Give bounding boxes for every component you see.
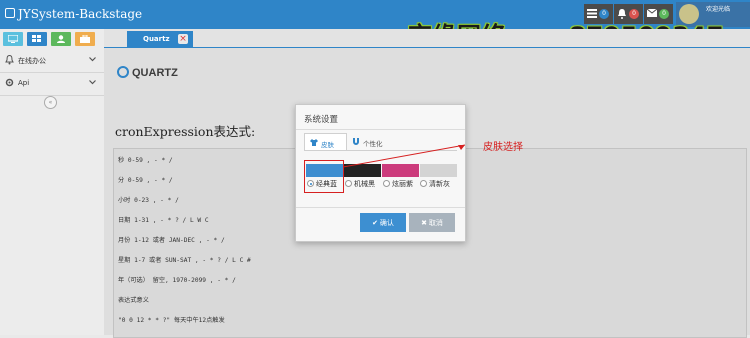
check-icon: ✔	[372, 220, 380, 227]
close-icon: ×	[179, 34, 187, 44]
chevron-down-icon	[89, 80, 96, 85]
dialog-title: 系统设置	[304, 115, 339, 125]
cron-line: 星期 1-7 或者 SUN-SAT , - * ? / L C #	[118, 257, 251, 264]
cron-line: 年（可选） 留空, 1970-2099 , - * /	[118, 277, 236, 284]
sidebar-item-online-office[interactable]: 在线办公	[0, 50, 104, 73]
radio-button[interactable]	[345, 180, 352, 187]
cron-line: 表达式意义	[118, 297, 149, 304]
bell-icon	[5, 55, 14, 65]
briefcase-icon	[80, 35, 90, 43]
divider	[296, 129, 465, 130]
divider	[296, 207, 465, 208]
grid-icon	[32, 35, 41, 42]
sidebar-item-api[interactable]: Api	[0, 73, 104, 96]
close-tab-button[interactable]: ×	[178, 34, 188, 44]
cron-line: 小时 0-23 , - * /	[118, 197, 179, 204]
skin-option-label: 清新灰	[429, 180, 450, 188]
radio-button[interactable]	[420, 180, 427, 187]
shortcut-user-button[interactable]	[51, 32, 71, 46]
cancel-label: 取消	[428, 220, 443, 227]
sidebar-collapse-bar: «	[0, 96, 104, 109]
tab-label: 皮肤	[321, 141, 334, 149]
cron-line: "0 0 12 * * ?" 每天中午12点触发	[118, 317, 225, 324]
welcome-text: 欢迎光临	[706, 6, 731, 13]
shortcut-grid-button[interactable]	[27, 32, 47, 46]
page-title: cronExpression表达式:	[115, 124, 256, 139]
annotation-highlight-box	[304, 160, 344, 193]
cancel-button[interactable]: ✖ 取消	[409, 213, 455, 232]
app-logo-icon	[5, 8, 15, 18]
quartz-logo-text: QUARTZ	[132, 67, 178, 79]
annotation-arrow-icon	[342, 144, 466, 168]
quartz-logo-icon	[117, 66, 129, 78]
sidebar: 在线办公 Api «	[0, 29, 105, 335]
double-chevron-left-icon: «	[48, 99, 53, 106]
cron-line: 秒 0-59 , - * /	[118, 157, 173, 164]
annotation-label: 皮肤选择	[483, 142, 523, 153]
tab-strip: Quartz ×	[104, 29, 750, 48]
tab-label: Quartz	[143, 35, 170, 43]
user-icon	[57, 35, 65, 43]
shortcut-briefcase-button[interactable]	[75, 32, 95, 46]
cron-line: 月份 1-12 或者 JAN-DEC , - * /	[118, 237, 225, 244]
shirt-icon	[310, 139, 318, 146]
confirm-label: 确认	[379, 220, 394, 227]
monitor-icon	[8, 35, 18, 43]
close-icon: ✖	[421, 220, 429, 227]
sidebar-item-label: 在线办公	[18, 57, 46, 65]
sidebar-item-label: Api	[18, 79, 30, 87]
cron-line: 日期 1-31 , - * ? / L W C	[118, 217, 209, 224]
confirm-button[interactable]: ✔ 确认	[360, 213, 406, 232]
gear-icon	[5, 78, 14, 87]
radio-button[interactable]	[383, 180, 390, 187]
settings-dialog: 系统设置 皮肤 个性化 经典蓝 机械黑 炫丽紫 清新灰 ✔ 确认 ✖ 取消	[295, 104, 466, 242]
collapse-sidebar-button[interactable]: «	[44, 96, 57, 109]
tab-quartz[interactable]: Quartz ×	[127, 31, 193, 47]
skin-option-label: 炫丽紫	[392, 180, 413, 188]
app-title: JYSystem-Backstage	[18, 7, 143, 21]
shortcut-monitor-button[interactable]	[3, 32, 23, 46]
chevron-down-icon	[89, 57, 96, 62]
cron-line: 分 0-59 , - * /	[118, 177, 173, 184]
skin-option-label: 机械黑	[354, 180, 375, 188]
